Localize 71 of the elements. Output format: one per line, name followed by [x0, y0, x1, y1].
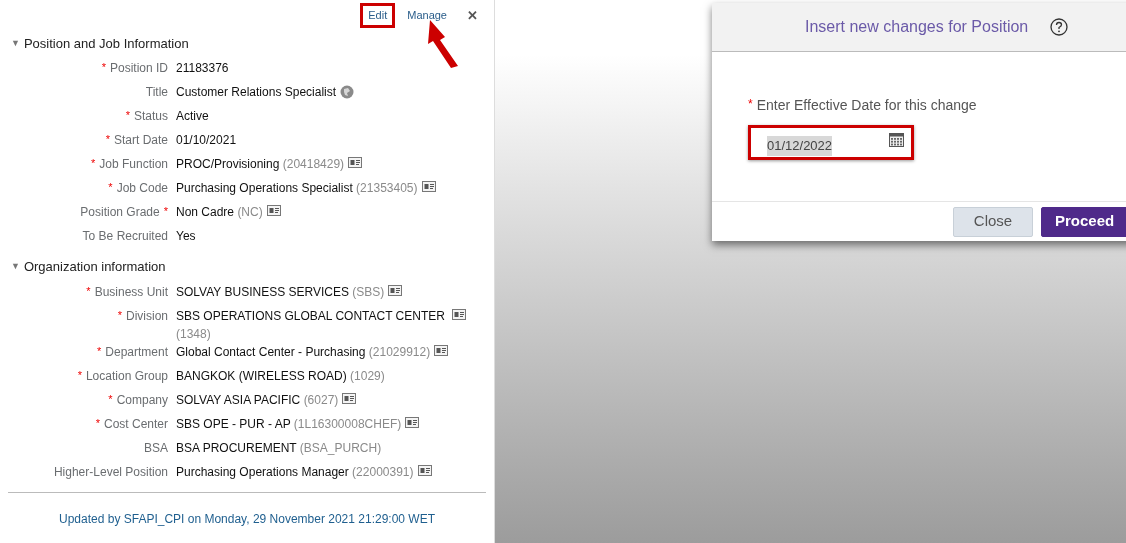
field-value: 21183376	[176, 60, 229, 77]
field-label: Department	[105, 343, 168, 361]
required-mark: *	[163, 204, 168, 219]
field-value: 01/10/2021	[176, 132, 237, 149]
required-mark: *	[95, 415, 100, 431]
details-icon[interactable]	[266, 205, 281, 216]
help-icon[interactable]	[1050, 18, 1069, 36]
expand-icon[interactable]: ▼	[11, 36, 20, 50]
field-label: Enter Effective Date for this change	[756, 96, 977, 115]
field-value: Yes	[176, 228, 196, 245]
field-label: Start Date	[113, 132, 168, 149]
field-label: Status	[133, 108, 168, 125]
field-label: Company	[116, 391, 168, 409]
field-label: Position Grade	[80, 204, 160, 221]
field-value: Active	[176, 108, 209, 125]
date-field[interactable]: 01/12/2022	[748, 125, 914, 160]
field-value: Purchasing Operations Manager (22000391)	[176, 463, 414, 481]
required-mark: *	[125, 108, 130, 123]
field-value: BSA PROCUREMENT (BSA_PURCH)	[176, 439, 382, 457]
field-label: Job Code	[116, 180, 168, 197]
toolbar-link[interactable]: Manage	[399, 3, 455, 28]
toolbar-link[interactable]: Edit	[360, 3, 396, 28]
details-icon[interactable]	[417, 464, 432, 476]
details-icon[interactable]	[348, 157, 363, 168]
details-icon[interactable]	[452, 308, 466, 320]
field-value: BANGKOK (WIRELESS ROAD) (1029)	[176, 367, 385, 385]
required-mark: *	[97, 343, 102, 359]
close-button[interactable]: Close	[953, 206, 1033, 237]
section-title: Organization information	[23, 258, 166, 276]
required-mark: *	[101, 60, 106, 75]
required-mark: *	[86, 283, 91, 299]
field-value: SOLVAY ASIA PACIFIC (6027)	[176, 391, 339, 409]
proceed-button[interactable]: Proceed	[1041, 206, 1126, 237]
field-label: Location Group	[85, 367, 168, 385]
calendar-icon[interactable]	[889, 132, 904, 147]
field-value: Non Cadre (NC)	[176, 204, 263, 221]
field-value: SBS OPE - PUR - AP (1L16300008CHEF)	[176, 415, 402, 433]
field-value: SBS OPERATIONS GLOBAL CONTACT CENTER (1348)	[176, 307, 446, 343]
field-label: Cost Center	[103, 415, 168, 433]
required-mark: *	[105, 132, 110, 147]
field-value: Customer Relations Specialist	[176, 84, 337, 101]
details-icon[interactable]	[342, 392, 357, 404]
details-icon[interactable]	[434, 344, 449, 356]
required-mark: *	[108, 391, 113, 407]
field-value: Global Contact Center - Purchasing (21029912)	[176, 343, 431, 361]
field-label: Higher-Level Position	[53, 463, 168, 481]
required-mark: *	[108, 180, 113, 195]
close-icon[interactable]: ✕	[467, 5, 478, 25]
field-label: Division	[126, 307, 168, 325]
field-value: PROC/Provisioning (20418429)	[176, 156, 345, 173]
required-mark: *	[748, 96, 753, 113]
section-title: Position and Job Information	[23, 34, 189, 53]
details-icon[interactable]	[405, 416, 420, 428]
required-mark: *	[77, 367, 82, 383]
globe-icon[interactable]	[340, 85, 355, 99]
required-mark: *	[117, 307, 122, 323]
date-value: 01/12/2022	[767, 136, 833, 156]
dialog-title: Insert new changes for Position	[805, 17, 1029, 37]
field-label: Position ID	[109, 60, 168, 77]
field-label: Business Unit	[94, 283, 168, 301]
field-value: Purchasing Operations Specialist (21353405)	[176, 180, 418, 197]
details-icon[interactable]	[421, 181, 436, 192]
field-label: BSA	[144, 439, 168, 457]
field-value: SOLVAY BUSINESS SERVICES (SBS)	[176, 283, 385, 301]
expand-icon[interactable]: ▼	[11, 260, 20, 274]
required-mark: *	[91, 156, 96, 171]
details-icon[interactable]	[388, 284, 403, 296]
field-label: Job Function	[99, 156, 168, 173]
field-label: To Be Recruited	[82, 228, 168, 245]
field-label: Title	[145, 84, 168, 101]
update-info: Updated by SFAPI_CPI on Monday, 29 November 2021 21:29:00 WET	[59, 511, 435, 526]
